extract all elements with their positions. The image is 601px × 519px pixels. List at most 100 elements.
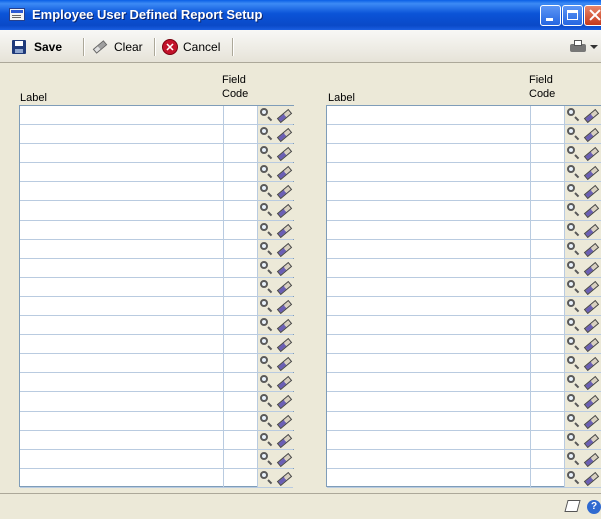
field-code-field[interactable]	[224, 201, 258, 220]
label-field[interactable]	[20, 430, 224, 449]
field-code-field[interactable]	[224, 411, 258, 430]
label-field[interactable]	[20, 182, 224, 201]
magnifier-lookup-icon[interactable]	[566, 298, 580, 313]
field-code-field[interactable]	[224, 335, 258, 354]
eraser-icon[interactable]	[583, 337, 599, 351]
magnifier-lookup-icon[interactable]	[566, 470, 580, 485]
field-code-field[interactable]	[224, 449, 258, 468]
magnifier-lookup-icon[interactable]	[259, 432, 273, 447]
magnifier-lookup-icon[interactable]	[259, 260, 273, 275]
eraser-icon[interactable]	[276, 337, 292, 351]
magnifier-lookup-icon[interactable]	[566, 260, 580, 275]
label-field[interactable]	[327, 296, 531, 316]
magnifier-lookup-icon[interactable]	[566, 394, 580, 408]
eraser-icon[interactable]	[583, 318, 599, 332]
field-code-field[interactable]	[224, 220, 258, 239]
eraser-icon[interactable]	[276, 203, 292, 217]
cancel-button[interactable]: ✕ Cancel	[162, 38, 220, 56]
note-icon[interactable]	[564, 500, 581, 512]
label-field[interactable]	[20, 106, 224, 125]
field-code-field[interactable]	[531, 296, 565, 316]
field-code-field[interactable]	[224, 277, 258, 296]
field-code-field[interactable]	[531, 258, 565, 277]
eraser-icon[interactable]	[276, 146, 292, 160]
field-code-field[interactable]	[224, 354, 258, 373]
magnifier-lookup-icon[interactable]	[566, 279, 580, 294]
magnifier-lookup-icon[interactable]	[566, 184, 580, 198]
magnifier-lookup-icon[interactable]	[259, 146, 273, 160]
title-bar[interactable]: Employee User Defined Report Setup	[0, 0, 601, 30]
magnifier-lookup-icon[interactable]	[259, 165, 273, 179]
eraser-icon[interactable]	[583, 280, 599, 294]
field-code-field[interactable]	[224, 182, 258, 201]
close-button[interactable]	[584, 5, 601, 26]
label-field[interactable]	[327, 411, 531, 430]
help-icon[interactable]: ?	[587, 500, 601, 514]
label-field[interactable]	[20, 411, 224, 430]
field-code-field[interactable]	[224, 258, 258, 277]
magnifier-lookup-icon[interactable]	[566, 375, 580, 389]
field-code-field[interactable]	[224, 392, 258, 411]
label-field[interactable]	[20, 277, 224, 296]
field-code-field[interactable]	[531, 182, 565, 201]
eraser-icon[interactable]	[583, 356, 599, 370]
eraser-icon[interactable]	[583, 127, 599, 141]
field-code-field[interactable]	[531, 106, 565, 125]
label-field[interactable]	[327, 316, 531, 335]
eraser-icon[interactable]	[276, 356, 292, 370]
magnifier-lookup-icon[interactable]	[259, 337, 273, 351]
label-field[interactable]	[327, 392, 531, 411]
magnifier-lookup-icon[interactable]	[566, 203, 580, 217]
label-field[interactable]	[20, 163, 224, 182]
magnifier-lookup-icon[interactable]	[259, 127, 273, 141]
field-code-field[interactable]	[531, 239, 565, 258]
field-code-field[interactable]	[224, 468, 258, 487]
label-field[interactable]	[327, 354, 531, 373]
eraser-icon[interactable]	[583, 452, 599, 466]
label-field[interactable]	[20, 354, 224, 373]
magnifier-lookup-icon[interactable]	[259, 318, 273, 332]
label-field[interactable]	[20, 220, 224, 239]
field-code-field[interactable]	[531, 316, 565, 335]
field-code-field[interactable]	[224, 430, 258, 449]
label-field[interactable]	[327, 220, 531, 239]
eraser-icon[interactable]	[583, 299, 599, 313]
label-field[interactable]	[327, 430, 531, 449]
magnifier-lookup-icon[interactable]	[259, 451, 273, 466]
field-code-field[interactable]	[531, 373, 565, 392]
magnifier-lookup-icon[interactable]	[566, 241, 580, 256]
label-field[interactable]	[20, 258, 224, 277]
magnifier-lookup-icon[interactable]	[259, 413, 273, 428]
magnifier-lookup-icon[interactable]	[259, 108, 273, 122]
label-field[interactable]	[327, 201, 531, 220]
label-field[interactable]	[20, 296, 224, 316]
field-code-field[interactable]	[531, 411, 565, 430]
label-field[interactable]	[20, 392, 224, 411]
field-code-field[interactable]	[531, 220, 565, 239]
label-field[interactable]	[327, 163, 531, 182]
field-code-field[interactable]	[531, 468, 565, 487]
label-field[interactable]	[327, 125, 531, 144]
label-field[interactable]	[20, 144, 224, 163]
field-code-field[interactable]	[531, 163, 565, 182]
print-dropdown-arrow-icon[interactable]	[590, 45, 598, 49]
label-field[interactable]	[327, 144, 531, 163]
eraser-icon[interactable]	[276, 165, 292, 179]
label-field[interactable]	[20, 468, 224, 487]
field-code-field[interactable]	[531, 125, 565, 144]
magnifier-lookup-icon[interactable]	[566, 108, 580, 122]
magnifier-lookup-icon[interactable]	[259, 394, 273, 408]
magnifier-lookup-icon[interactable]	[259, 184, 273, 198]
label-field[interactable]	[327, 335, 531, 354]
field-code-field[interactable]	[531, 449, 565, 468]
magnifier-lookup-icon[interactable]	[566, 356, 580, 370]
magnifier-lookup-icon[interactable]	[566, 337, 580, 351]
magnifier-lookup-icon[interactable]	[259, 203, 273, 217]
eraser-icon[interactable]	[276, 184, 292, 198]
field-code-field[interactable]	[224, 144, 258, 163]
magnifier-lookup-icon[interactable]	[566, 451, 580, 466]
field-code-field[interactable]	[224, 296, 258, 316]
eraser-icon[interactable]	[583, 184, 599, 198]
eraser-icon[interactable]	[583, 165, 599, 179]
magnifier-lookup-icon[interactable]	[566, 127, 580, 141]
